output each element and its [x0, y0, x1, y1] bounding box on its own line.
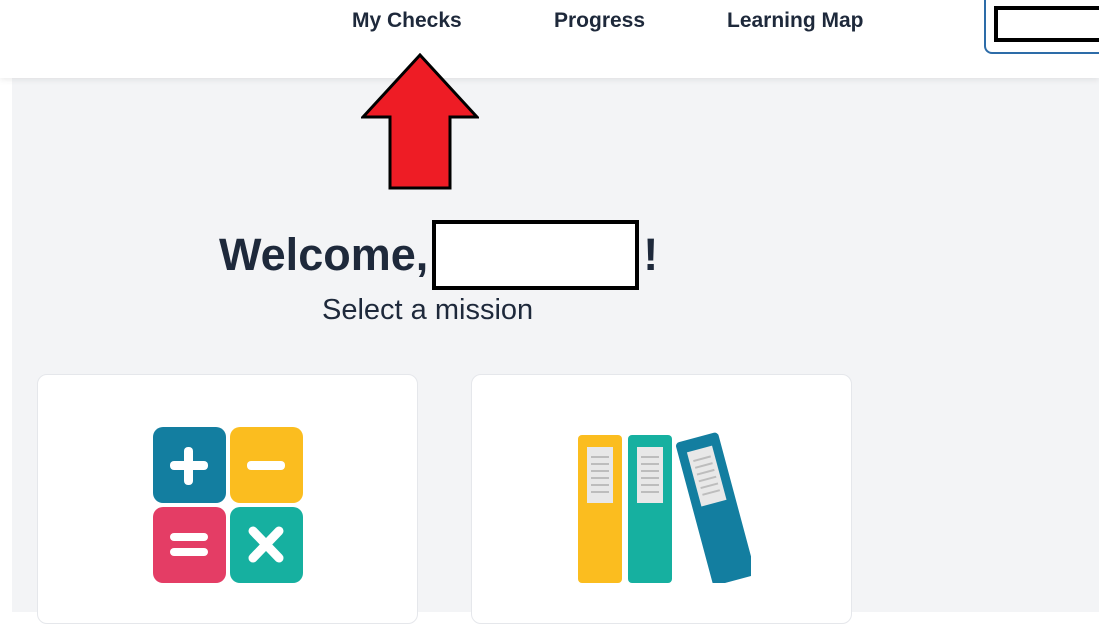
mission-card-reading[interactable]	[471, 374, 852, 624]
nav-progress[interactable]: Progress	[554, 9, 645, 33]
nav-learning-map[interactable]: Learning Map	[727, 9, 864, 33]
top-navigation-bar: My Checks Progress Learning Map	[0, 0, 1099, 78]
welcome-heading: Welcome, !	[219, 219, 658, 291]
welcome-prefix: Welcome,	[219, 229, 429, 280]
redacted-student-name	[432, 220, 640, 290]
math-operations-icon	[153, 427, 303, 583]
books-icon	[578, 432, 751, 583]
nav-my-checks[interactable]: My Checks	[352, 9, 462, 33]
mission-card-math[interactable]	[37, 374, 418, 624]
user-menu[interactable]	[984, 0, 1099, 54]
welcome-suffix: !	[643, 229, 659, 280]
annotation-arrow-icon	[361, 53, 479, 190]
select-mission-subtitle: Select a mission	[322, 294, 534, 326]
redacted-username	[994, 6, 1099, 42]
